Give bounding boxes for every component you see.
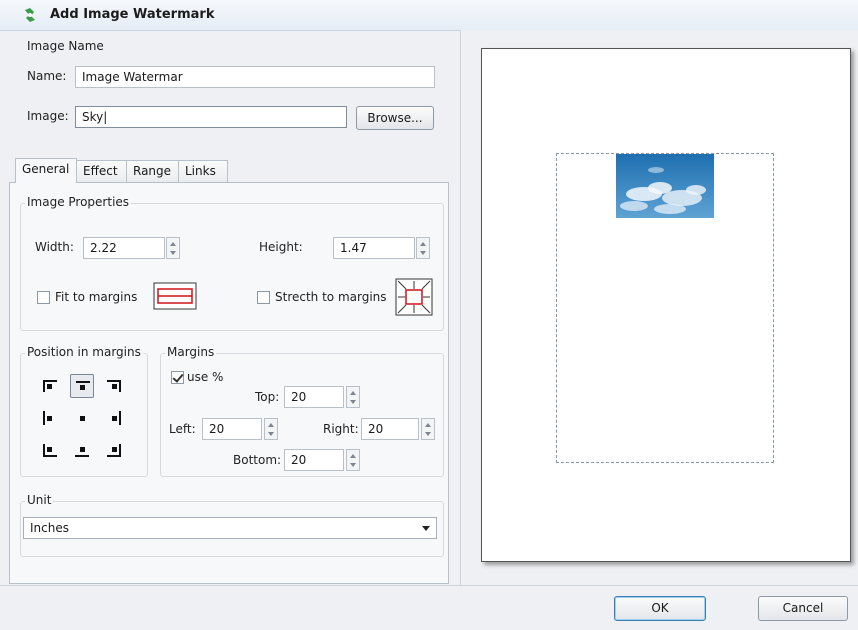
browse-button[interactable]: Browse... — [356, 106, 434, 130]
width-input[interactable]: 2.22 — [83, 237, 165, 259]
position-bottom-center-button[interactable] — [70, 438, 94, 462]
fit-to-margins-label: Fit to margins — [55, 290, 138, 304]
width-spinner[interactable] — [166, 237, 180, 259]
tab-range[interactable]: Range — [126, 160, 179, 182]
position-top-left-button[interactable] — [38, 374, 62, 398]
margins-group: Margins use % Top: 20 Left: 20 Right: 20… — [160, 345, 444, 477]
height-input[interactable]: 1.47 — [333, 237, 415, 259]
top-margin-input[interactable]: 20 — [284, 386, 344, 408]
position-bottom-left-button[interactable] — [38, 438, 62, 462]
image-label: Image: — [27, 109, 69, 123]
top-margin-spinner[interactable] — [346, 386, 360, 408]
margins-group-label: Margins — [165, 345, 217, 359]
bottom-margin-label: Bottom: — [233, 453, 282, 467]
window-title: Add Image Watermark — [50, 7, 215, 22]
right-margin-spinner[interactable] — [421, 418, 435, 440]
top-margin-label: Top: — [255, 390, 280, 404]
title-bar: Add Image Watermark — [0, 0, 858, 31]
cancel-button[interactable]: Cancel — [758, 596, 848, 621]
unit-group-label: Unit — [25, 493, 54, 507]
left-margin-label: Left: — [169, 422, 196, 436]
bottom-margin-input[interactable]: 20 — [284, 449, 344, 471]
name-input[interactable]: Image Watermar — [75, 66, 435, 88]
preview-margins-frame — [556, 153, 774, 463]
right-margin-input[interactable]: 20 — [361, 418, 419, 440]
height-label: Height: — [259, 240, 303, 254]
position-top-right-button[interactable] — [102, 374, 126, 398]
unit-select[interactable]: Inches — [23, 517, 437, 539]
height-spinner[interactable] — [416, 237, 430, 259]
unit-group: Unit Inches — [20, 493, 444, 557]
position-center-button[interactable] — [70, 406, 94, 430]
add-image-watermark-dialog: Add Image Watermark Image Name Name: Ima… — [0, 0, 858, 630]
use-percent-label: use % — [187, 370, 224, 384]
position-middle-left-button[interactable] — [38, 406, 62, 430]
stretch-to-margins-checkbox[interactable] — [257, 291, 270, 304]
chevron-down-icon[interactable] — [422, 526, 430, 531]
watermark-app-icon — [25, 8, 35, 22]
position-group-label: Position in margins — [25, 345, 143, 359]
stretch-to-margins-label: Strecth to margins — [275, 290, 387, 304]
position-bottom-right-button[interactable] — [102, 438, 126, 462]
use-percent-checkbox[interactable] — [171, 371, 184, 384]
position-top-center-button[interactable] — [70, 374, 94, 398]
bottom-margin-spinner[interactable] — [346, 449, 360, 471]
image-properties-group-label: Image Properties — [25, 195, 132, 209]
tab-links[interactable]: Links — [178, 160, 228, 182]
right-margin-label: Right: — [323, 422, 359, 436]
ok-button[interactable]: OK — [614, 596, 706, 621]
left-margin-input[interactable]: 20 — [202, 418, 262, 440]
tab-effect[interactable]: Effect — [76, 160, 127, 182]
image-input[interactable]: Sky| — [75, 106, 347, 128]
image-name-group-label: Image Name — [27, 39, 104, 53]
sky-watermark-preview-image — [616, 154, 714, 218]
fit-to-margins-checkbox[interactable] — [37, 291, 50, 304]
width-label: Width: — [35, 240, 74, 254]
settings-panel: Image Name Name: Image Watermar Image: S… — [9, 36, 457, 584]
position-middle-right-button[interactable] — [102, 406, 126, 430]
tab-general[interactable]: General — [15, 158, 77, 183]
unit-select-value: Inches — [30, 521, 69, 535]
fit-to-margins-icon — [153, 282, 197, 310]
preview-page — [481, 48, 851, 562]
image-properties-group: Image Properties Width: 2.22 Height: 1.4… — [20, 195, 444, 331]
position-in-margins-group: Position in margins — [20, 345, 148, 477]
preview-panel — [460, 30, 858, 585]
left-margin-spinner[interactable] — [264, 418, 278, 440]
general-tab-panel: Image Properties Width: 2.22 Height: 1.4… — [9, 182, 449, 584]
stretch-to-margins-icon — [395, 278, 433, 316]
dialog-footer: OK Cancel — [0, 585, 858, 630]
name-label: Name: — [27, 69, 67, 83]
